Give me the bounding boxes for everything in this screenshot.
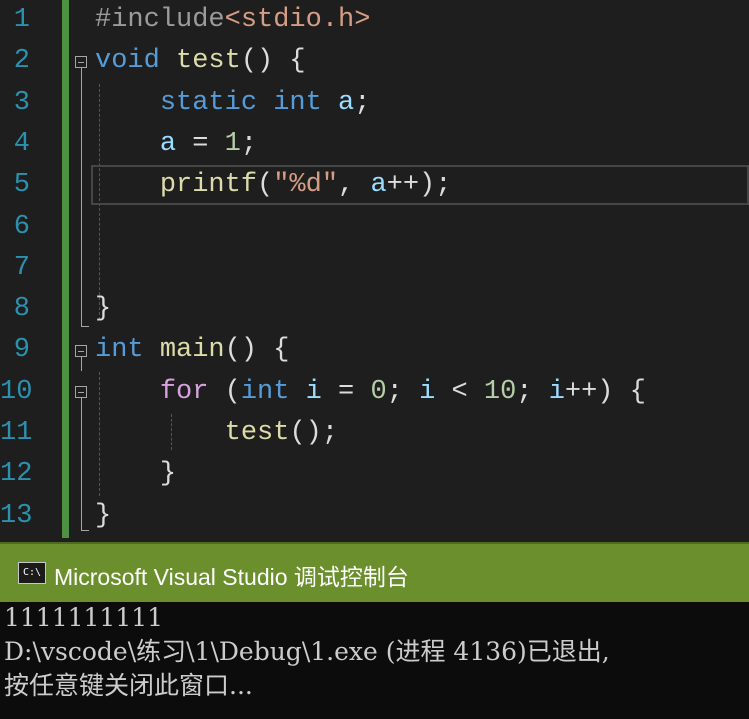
- preprocessor-directive: #include: [95, 5, 225, 35]
- punctuation: ();: [289, 418, 339, 448]
- operator: =: [176, 128, 225, 159]
- code-line-8[interactable]: }: [95, 289, 111, 330]
- include-header: <stdio.h>: [224, 5, 371, 35]
- console-title-bar[interactable]: C:\ Microsoft Visual Studio 调试控制台: [0, 542, 749, 602]
- code-line-1[interactable]: #include<stdio.h>: [95, 0, 370, 41]
- console-title: Microsoft Visual Studio 调试控制台: [54, 564, 409, 590]
- punctuation: ++) {: [564, 376, 646, 407]
- function-name: main: [159, 335, 225, 366]
- variable: a: [159, 128, 177, 159]
- number-literal: 1: [224, 128, 241, 159]
- line-number: 11: [0, 418, 33, 448]
- line-number: 4: [13, 128, 30, 159]
- variable: a: [370, 170, 387, 201]
- keyword: int: [240, 376, 290, 407]
- line-number: 6: [13, 211, 30, 242]
- control-keyword: for: [159, 376, 209, 407]
- line-number: 5: [13, 170, 30, 201]
- line-number: 9: [13, 335, 30, 366]
- punctuation: ;: [516, 376, 549, 407]
- operator: <: [435, 376, 484, 407]
- keyword: int: [273, 87, 322, 118]
- line-number: 1: [13, 5, 30, 35]
- console-window-icon: C:\: [18, 562, 46, 584]
- number-literal: 10: [483, 376, 517, 407]
- closing-brace: }: [95, 500, 112, 531]
- keyword: int: [95, 335, 144, 366]
- function-name: printf: [159, 170, 258, 201]
- punctuation: () {: [224, 335, 290, 366]
- collapse-main-function-icon[interactable]: [75, 345, 87, 357]
- variable: a: [338, 87, 355, 118]
- code-line-10[interactable]: for (int i = 0; i < 10; i++) {: [95, 372, 646, 413]
- function-name: test: [176, 46, 241, 77]
- code-line-9[interactable]: int main() {: [95, 330, 289, 371]
- change-tracking-bar: [62, 0, 69, 538]
- line-number: 12: [0, 459, 33, 490]
- punctuation: ;: [240, 128, 258, 159]
- fold-region-line: [81, 357, 82, 371]
- number-literal: 0: [370, 376, 387, 407]
- punctuation: ++);: [386, 170, 452, 201]
- punctuation: ;: [386, 376, 420, 407]
- line-number: 2: [13, 46, 30, 77]
- code-editor[interactable]: 1 2 3 4 5 6 7 8 9 10 11 12 13 #include<s…: [0, 0, 749, 542]
- keyword: void: [95, 46, 160, 77]
- closing-brace: }: [159, 459, 177, 490]
- variable: i: [548, 376, 565, 407]
- code-line-2[interactable]: void test() {: [95, 41, 306, 82]
- string-literal: "%d": [273, 170, 339, 201]
- collapse-test-function-icon[interactable]: [75, 56, 87, 68]
- closing-brace: }: [95, 294, 112, 325]
- code-line-13[interactable]: }: [95, 496, 111, 537]
- console-output-line: 1111111111: [4, 603, 164, 632]
- console-output-line: 按任意键关闭此窗口...: [4, 671, 253, 700]
- punctuation: ;: [354, 87, 371, 118]
- line-number: 8: [13, 294, 30, 325]
- code-line-11[interactable]: test();: [95, 413, 338, 454]
- debug-console-window[interactable]: C:\ Microsoft Visual Studio 调试控制台 111111…: [0, 542, 749, 719]
- punctuation: ,: [338, 170, 371, 201]
- line-number: 10: [0, 376, 33, 407]
- punctuation: (: [257, 170, 274, 201]
- variable: i: [419, 376, 436, 407]
- fold-region-end: [81, 326, 89, 327]
- code-line-12[interactable]: }: [95, 454, 176, 495]
- code-line-4[interactable]: a = 1;: [95, 124, 257, 165]
- fold-region-end: [81, 530, 89, 531]
- collapse-for-loop-icon[interactable]: [75, 386, 87, 398]
- line-number: 13: [0, 500, 33, 531]
- fold-region-line: [81, 398, 82, 530]
- operator: =: [321, 376, 371, 407]
- code-line-3[interactable]: static int a;: [95, 83, 371, 124]
- code-line-5[interactable]: printf("%d", a++);: [95, 165, 452, 206]
- line-number: 3: [13, 87, 30, 118]
- keyword: static: [159, 87, 258, 118]
- console-output-line: D:\vscode\练习\1\Debug\1.exe (进程 4136)已退出,: [4, 637, 610, 666]
- function-name: test: [224, 418, 290, 448]
- punctuation: () {: [240, 46, 306, 77]
- punctuation: (: [208, 376, 241, 407]
- line-number: 7: [13, 252, 30, 283]
- variable: i: [305, 376, 322, 407]
- fold-region-line: [81, 68, 82, 326]
